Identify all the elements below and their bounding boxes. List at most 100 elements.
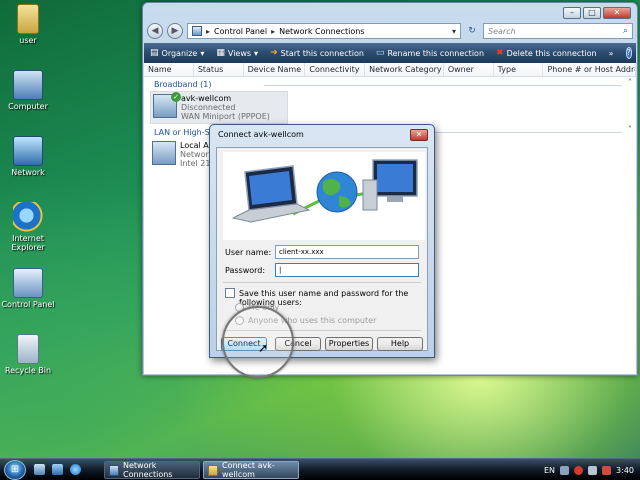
- security-alert-icon[interactable]: [574, 465, 584, 475]
- connection-status: Networ: [180, 150, 209, 159]
- address-bar[interactable]: ▸ Control Panel ▸ Network Connections ▾: [187, 23, 461, 39]
- search-icon[interactable]: ⌕: [623, 26, 628, 36]
- username-field[interactable]: client-xx.xxx: [275, 245, 419, 259]
- minimize-button[interactable]: –: [563, 7, 581, 19]
- start-connection-button[interactable]: ➜ Start this connection: [270, 48, 364, 58]
- navigation-bar: ◀ ▶ ▸ Control Panel ▸ Network Connection…: [147, 21, 633, 41]
- start-connection-label: Start this connection: [280, 48, 364, 58]
- checkmark-icon: ✓: [171, 92, 181, 102]
- taskbar-item-label: Network Connections: [123, 461, 173, 479]
- column-header[interactable]: Status: [194, 63, 244, 76]
- properties-button[interactable]: Properties: [325, 337, 373, 351]
- rename-connection-label: Rename this connection: [387, 48, 485, 58]
- taskbar: ⊞ Network Connections Connect avk-wellco…: [0, 458, 640, 480]
- monitor-icon: [362, 159, 418, 211]
- desktop-icon-label: Computer: [8, 102, 48, 111]
- switch-windows-icon[interactable]: [52, 464, 63, 475]
- help-icon[interactable]: ?: [625, 47, 632, 59]
- dialog-title: Connect avk-wellcom: [218, 130, 304, 139]
- taskbar-item-label: Connect avk-wellcom: [221, 461, 275, 479]
- language-indicator[interactable]: EN: [544, 466, 555, 475]
- back-button[interactable]: ◀: [147, 23, 163, 39]
- divider: [223, 282, 421, 283]
- chevron-down-icon: ▾: [254, 48, 259, 58]
- dialog-close-button[interactable]: ✕: [410, 129, 428, 141]
- control-panel-icon: [192, 26, 202, 36]
- delete-connection-button[interactable]: ✖ Delete this connection: [496, 48, 597, 58]
- network-warning-icon[interactable]: [602, 465, 612, 475]
- column-header[interactable]: Network Category: [365, 63, 444, 76]
- breadcrumb-network-connections[interactable]: Network Connections: [279, 27, 364, 36]
- organize-label: Organize: [161, 48, 198, 58]
- username-label: User name:: [225, 248, 272, 257]
- views-button[interactable]: ▦ Views ▾: [216, 48, 258, 58]
- broadband-connection-icon: ✓: [153, 92, 181, 118]
- desktop-icon-internet-explorer[interactable]: Internet Explorer: [0, 202, 56, 252]
- save-credentials-checkbox[interactable]: [225, 288, 235, 298]
- organize-icon: ▤: [150, 48, 159, 58]
- group-title: Broadband (1): [154, 80, 212, 89]
- clock[interactable]: 3:40: [616, 466, 634, 475]
- connection-device: WAN Miniport (PPPOE): [181, 112, 270, 121]
- delete-icon: ✖: [496, 48, 504, 58]
- folder-icon: [17, 4, 39, 34]
- control-panel-icon: [13, 268, 43, 298]
- desktop-icon-computer[interactable]: Computer: [0, 70, 56, 111]
- column-header[interactable]: Device Name: [244, 63, 306, 76]
- column-header[interactable]: Phone # or Host Addre...: [543, 63, 636, 76]
- chevron-up-icon[interactable]: ˄: [628, 78, 632, 87]
- more-commands-button[interactable]: »: [609, 49, 614, 58]
- search-input[interactable]: Search ⌕: [483, 23, 633, 39]
- help-button[interactable]: Help: [377, 337, 423, 351]
- globe-icon: [316, 171, 358, 213]
- folder-icon: [208, 464, 218, 476]
- rename-connection-button[interactable]: ▭ Rename this connection: [376, 48, 484, 58]
- column-header[interactable]: Name: [144, 63, 194, 76]
- recycle-bin-icon: [17, 334, 39, 364]
- desktop-icon-recycle-bin[interactable]: Recycle Bin: [0, 334, 56, 375]
- close-button[interactable]: ✕: [603, 7, 631, 19]
- ie-icon[interactable]: [70, 464, 81, 475]
- views-icon: ▦: [216, 48, 225, 58]
- column-header[interactable]: Connectivity: [305, 63, 366, 76]
- taskbar-item-network-connections[interactable]: Network Connections: [104, 461, 200, 479]
- taskbar-item-connect-dialog[interactable]: Connect avk-wellcom: [203, 461, 299, 479]
- network-connections-icon: [109, 464, 120, 476]
- network-illustration: [231, 159, 418, 223]
- desktop-icon-label: user: [19, 36, 37, 45]
- laptop-icon: [231, 165, 311, 223]
- chevron-down-icon[interactable]: ▾: [452, 27, 456, 36]
- start-button[interactable]: ⊞: [4, 460, 26, 480]
- system-tray: EN 3:40: [538, 461, 640, 479]
- window-controls: – □ ✕: [563, 7, 631, 19]
- refresh-icon[interactable]: ↻: [465, 24, 479, 38]
- maximize-button[interactable]: □: [583, 7, 601, 19]
- chevron-up-icon[interactable]: ˄: [628, 125, 632, 134]
- network-icon: [13, 136, 43, 166]
- network-tray-icon[interactable]: [560, 465, 570, 475]
- desktop-icon-user[interactable]: user: [0, 4, 56, 45]
- arrow-right-icon: ➜: [270, 48, 278, 58]
- forward-button[interactable]: ▶: [167, 23, 183, 39]
- desktop-icon-label: Recycle Bin: [4, 366, 52, 375]
- password-field[interactable]: |: [275, 263, 419, 277]
- breadcrumb-separator: ▸: [271, 26, 276, 36]
- connection-item[interactable]: ✓ avk-wellcom Disconnected WAN Miniport …: [150, 91, 288, 124]
- desktop-icon-label: Network: [11, 168, 45, 177]
- connection-name: Local A: [180, 141, 209, 150]
- group-header-broadband[interactable]: Broadband (1) ˄: [144, 77, 636, 89]
- desktop-icon-network[interactable]: Network: [0, 136, 56, 177]
- connection-name: avk-wellcom: [181, 94, 232, 103]
- organize-button[interactable]: ▤ Organize ▾: [150, 48, 204, 58]
- mouse-cursor-icon: ➚: [258, 341, 269, 355]
- show-desktop-icon[interactable]: [34, 464, 45, 475]
- connection-status: Disconnected: [181, 103, 236, 112]
- breadcrumb-control-panel[interactable]: Control Panel: [214, 27, 267, 36]
- column-header[interactable]: Type: [494, 63, 544, 76]
- desktop-icon-label: Internet Explorer: [11, 234, 45, 252]
- desktop-icon-control-panel[interactable]: Control Panel: [0, 268, 56, 309]
- ie-icon: [13, 202, 43, 232]
- column-header[interactable]: Owner: [444, 63, 494, 76]
- password-label: Password:: [225, 266, 266, 275]
- volume-icon[interactable]: [588, 465, 598, 475]
